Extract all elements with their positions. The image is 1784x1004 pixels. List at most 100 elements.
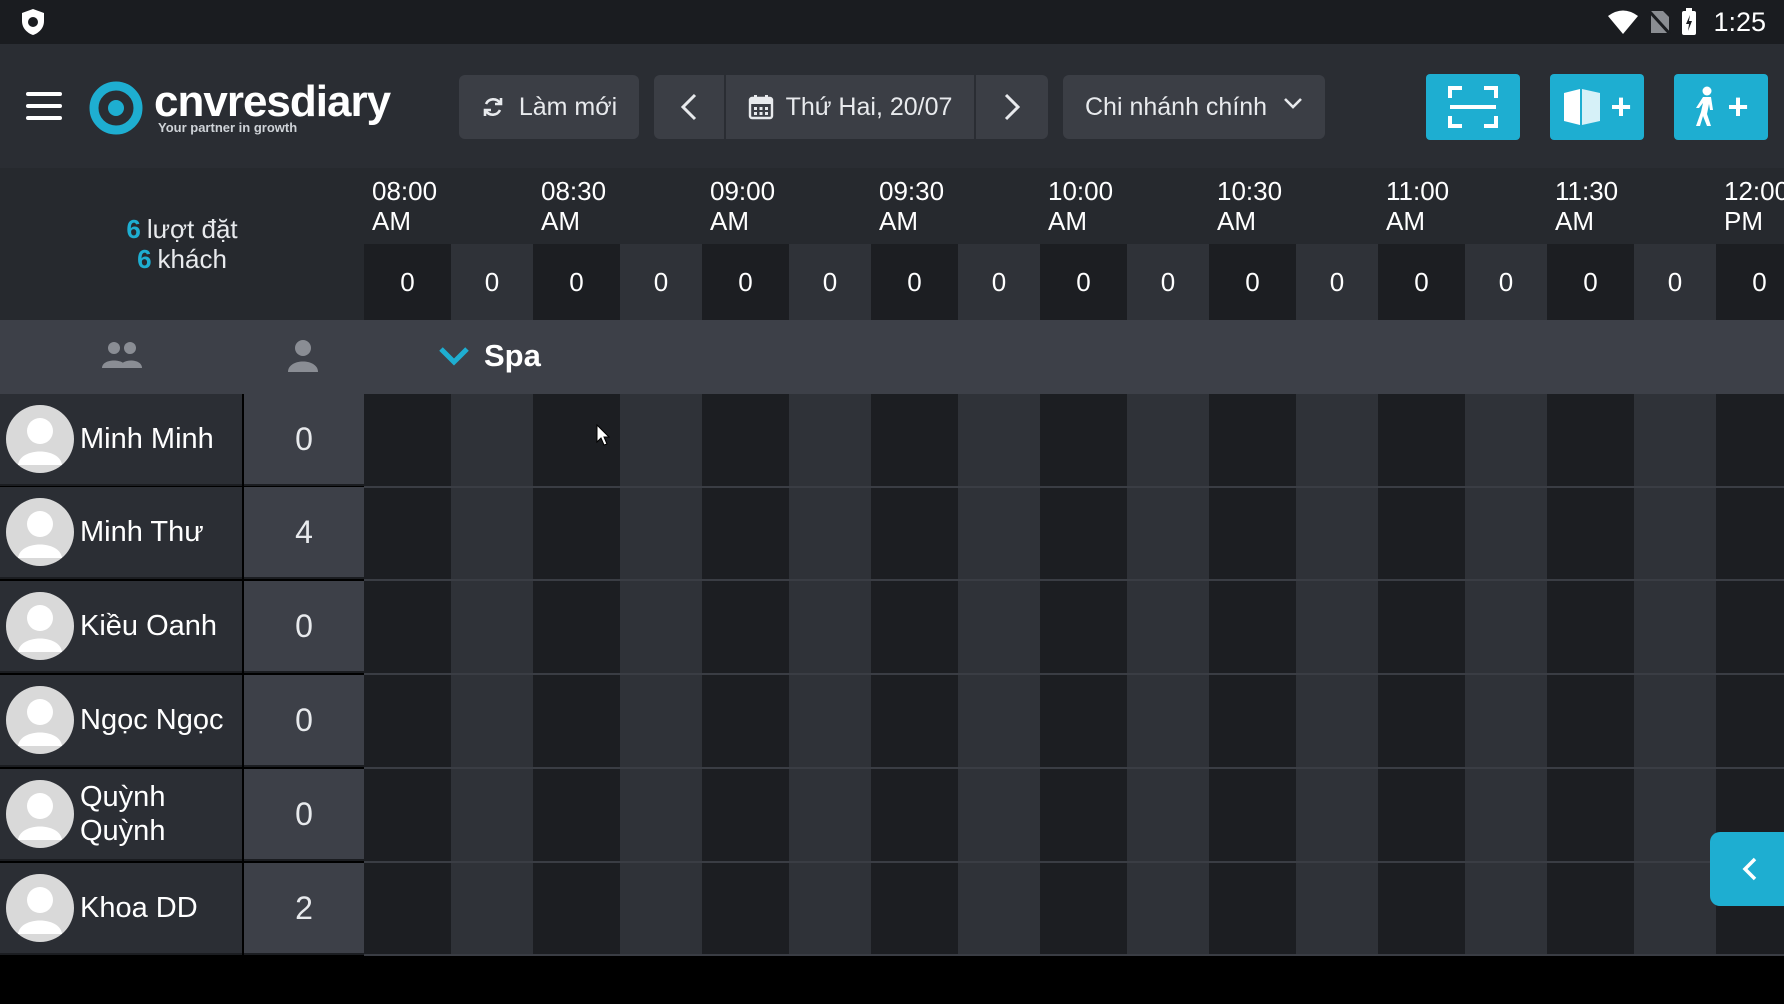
staff-row[interactable]: Minh Thư 4 [0, 487, 364, 579]
time-slot-time: 09:30 [879, 176, 945, 206]
bookings-count: 6 [126, 214, 141, 244]
staff-row[interactable]: Ngọc Ngọc 0 [0, 675, 364, 767]
time-slot-label: 11:00 AM [1386, 176, 1449, 236]
staff-booking-count: 0 [244, 581, 364, 673]
time-slot-label: 08:30 AM [541, 176, 606, 236]
booking-summary: 6 lượt đặt 6 khách [0, 168, 364, 320]
single-person-icon[interactable] [286, 338, 320, 374]
slot-count: 0 [1465, 244, 1547, 320]
date-picker-button[interactable]: Thứ Hai, 20/07 [726, 75, 974, 139]
row-divider [364, 579, 1784, 582]
row-divider [364, 860, 1784, 863]
slot-count: 0 [620, 244, 702, 320]
group-row: Spa [0, 320, 1784, 394]
status-bar: 1:25 [0, 0, 1784, 44]
avatar-icon [6, 498, 74, 566]
mouse-cursor-icon [596, 424, 610, 446]
staff-booking-count: 0 [244, 394, 364, 486]
time-slot-period: AM [1048, 206, 1087, 236]
shield-icon [22, 9, 44, 35]
guests-count: 6 [137, 244, 152, 274]
staff-row[interactable]: Quỳnh Quỳnh 0 [0, 769, 364, 861]
bottom-bar [0, 956, 1784, 1004]
time-slot-period: AM [541, 206, 580, 236]
logo-name: cnvresdiary [154, 77, 391, 126]
staff-row[interactable]: Kiều Oanh 0 [0, 581, 364, 673]
staff-booking-count: 4 [244, 487, 364, 579]
slot-count: 0 [1634, 244, 1716, 320]
row-divider [364, 766, 1784, 769]
hamburger-menu-icon[interactable] [26, 92, 62, 120]
branch-label: Chi nhánh chính [1085, 92, 1268, 121]
calendar-icon [748, 95, 773, 120]
group-label: Spa [484, 338, 541, 373]
row-divider [364, 485, 1784, 488]
time-slot-label: 12:00 PM [1724, 176, 1784, 236]
row-divider [364, 673, 1784, 676]
avatar-icon [6, 874, 74, 942]
staff-row[interactable]: Minh Minh 0 [0, 394, 364, 486]
avatar-icon [6, 780, 74, 848]
staff-name: Khoa DD [80, 892, 198, 924]
time-slot-label: 10:00 AM [1048, 176, 1113, 236]
chevron-down-icon[interactable] [438, 344, 470, 368]
logo-ring-icon [89, 81, 143, 135]
slot-count: 0 [958, 244, 1040, 320]
time-slot-period: AM [372, 206, 411, 236]
slot-count: 0 [1040, 244, 1127, 320]
staff-row[interactable]: Khoa DD 2 [0, 863, 364, 955]
staff-booking-count: 0 [244, 675, 364, 767]
no-sim-icon [1649, 10, 1672, 35]
timeline-header: 08:00 AM 08:30 AM 09:00 AM 09:30 AM 10:00 AM 10:30… [364, 168, 1784, 244]
app-logo: cnvresdiary Your partner in growth [88, 77, 391, 138]
time-slot-label: 08:00 AM [372, 176, 437, 236]
slot-count: 0 [1547, 244, 1634, 320]
battery-icon [1682, 8, 1697, 35]
time-slot-time: 12:00 [1724, 176, 1784, 206]
add-booking-button[interactable]: + [1550, 74, 1644, 140]
slot-count: 0 [871, 244, 958, 320]
group-people-icon[interactable] [100, 338, 144, 372]
staff-name: Minh Minh [80, 423, 214, 455]
time-slot-period: AM [710, 206, 749, 236]
branch-select[interactable]: Chi nhánh chính [1063, 75, 1325, 139]
time-slot-time: 08:30 [541, 176, 607, 206]
time-slot-label: 09:00 AM [710, 176, 775, 236]
time-slot-time: 11:30 [1555, 176, 1619, 206]
side-panel-toggle[interactable] [1710, 832, 1784, 906]
chevron-right-icon [1004, 93, 1021, 121]
time-slot-time: 08:00 [372, 176, 438, 206]
time-slot-time: 10:30 [1217, 176, 1283, 206]
chevron-left-icon [680, 93, 697, 121]
slot-count: 0 [789, 244, 871, 320]
book-add-icon [1564, 89, 1601, 125]
time-slot-period: AM [1217, 206, 1256, 236]
schedule-grid[interactable] [364, 394, 1784, 956]
wifi-icon [1608, 10, 1639, 34]
next-day-button[interactable] [976, 75, 1048, 139]
staff-booking-count: 0 [244, 769, 364, 861]
chevron-left-icon [1742, 857, 1757, 881]
time-slot-label: 09:30 AM [879, 176, 944, 236]
refresh-icon [483, 98, 503, 116]
guests-label: khách [157, 244, 227, 274]
slot-count: 0 [533, 244, 620, 320]
bookings-label: lượt đặt [146, 214, 238, 244]
staff-booking-count: 2 [244, 863, 364, 955]
slot-count: 0 [1127, 244, 1209, 320]
staff-name: Minh Thư [80, 516, 204, 548]
date-label: Thứ Hai, 20/07 [785, 92, 953, 121]
refresh-button[interactable]: Làm mới [459, 75, 639, 139]
time-slot-label: 11:30 AM [1555, 176, 1618, 236]
scan-button[interactable] [1426, 74, 1520, 140]
avatar-icon [6, 405, 74, 473]
avatar-icon [6, 686, 74, 754]
slot-count: 0 [1378, 244, 1465, 320]
time-slot-period: AM [879, 206, 918, 236]
add-walk-in-button[interactable]: + [1674, 74, 1768, 140]
slot-count: 0 [702, 244, 789, 320]
slot-count: 0 [1716, 244, 1784, 320]
chevron-down-icon [1284, 98, 1302, 109]
previous-day-button[interactable] [654, 75, 724, 139]
avatar-icon [6, 592, 74, 660]
